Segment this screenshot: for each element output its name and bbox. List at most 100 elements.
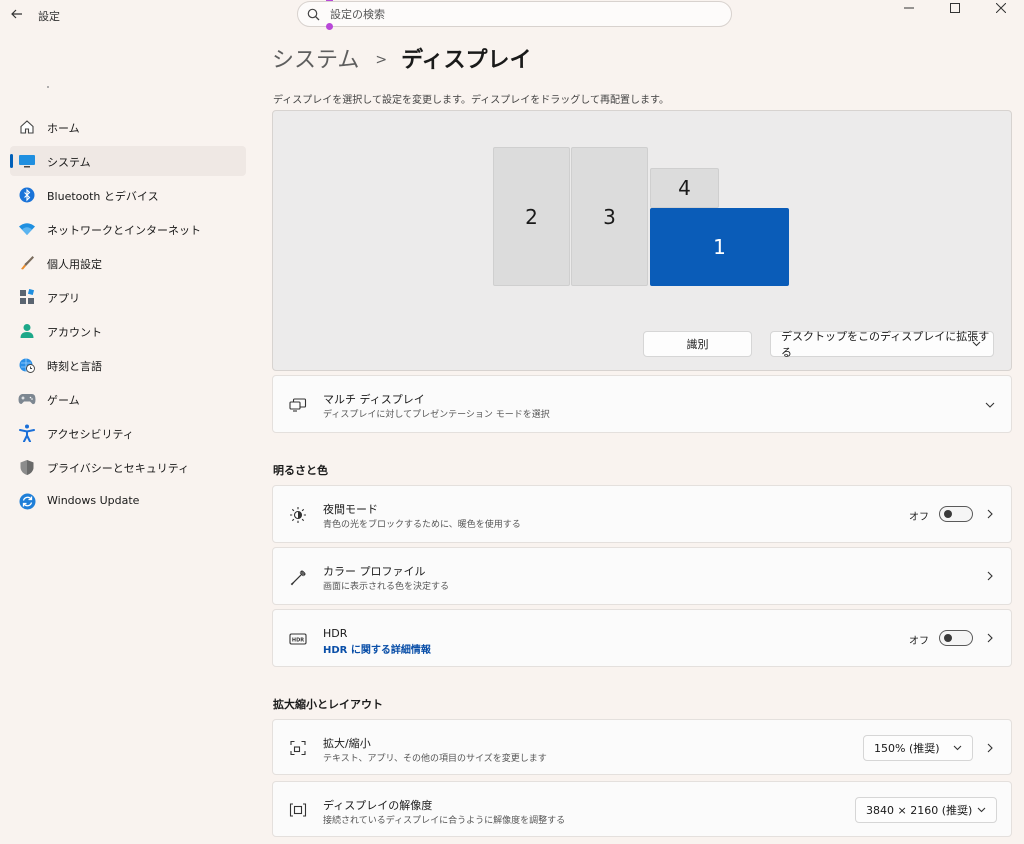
brightness-icon bbox=[289, 506, 307, 524]
sidebar-item-label: システム bbox=[47, 156, 91, 169]
bluetooth-icon bbox=[18, 186, 36, 204]
night-light-card[interactable]: 夜間モード 青色の光をブロックするために、暖色を使用する オフ bbox=[272, 485, 1012, 543]
sidebar-item-label: ゲーム bbox=[47, 394, 80, 407]
night-light-subtitle: 青色の光をブロックするために、暖色を使用する bbox=[323, 520, 521, 530]
resolution-value: 3840 × 2160 (推奨) bbox=[866, 804, 973, 817]
breadcrumb-parent[interactable]: システム bbox=[272, 42, 359, 74]
separator-dot bbox=[47, 86, 49, 88]
color-profile-title: カラー プロファイル bbox=[323, 565, 426, 578]
window-controls bbox=[886, 0, 1024, 16]
sidebar-item-label: 時刻と言語 bbox=[47, 360, 102, 373]
extend-display-select[interactable]: デスクトップをこのディスプレイに拡張する bbox=[770, 330, 994, 359]
gamepad-icon bbox=[18, 390, 36, 408]
sidebar-item-network[interactable]: ネットワークとインターネット bbox=[10, 214, 246, 244]
app-title: 設定 bbox=[38, 10, 60, 23]
resolution-subtitle: 接続されているディスプレイに合うように解像度を調整する bbox=[323, 816, 566, 826]
cursor-marker bbox=[326, 23, 333, 30]
resolution-icon bbox=[289, 801, 307, 819]
sidebar-item-label: Windows Update bbox=[47, 494, 140, 507]
section-heading-scale-layout: 拡大縮小とレイアウト bbox=[273, 698, 383, 711]
arrange-description: ディスプレイを選択して設定を変更します。ディスプレイをドラッグして再配置します。 bbox=[273, 95, 669, 106]
back-arrow-icon bbox=[11, 9, 22, 19]
brush-icon bbox=[18, 254, 36, 272]
minimize-icon bbox=[904, 7, 914, 9]
sidebar-item-label: アプリ bbox=[47, 292, 80, 305]
sidebar-item-label: アクセシビリティ bbox=[47, 428, 134, 441]
hdr-info-link[interactable]: HDR に関する詳細情報 bbox=[323, 641, 431, 656]
hdr-title: HDR bbox=[323, 627, 348, 640]
sidebar-item-label: ホーム bbox=[47, 122, 80, 135]
multi-display-subtitle: ディスプレイに対してプレゼンテーション モードを選択 bbox=[323, 410, 550, 420]
hdr-toggle[interactable] bbox=[939, 630, 973, 646]
apps-icon bbox=[18, 288, 36, 306]
sidebar-item-accessibility[interactable]: アクセシビリティ bbox=[10, 418, 246, 448]
hdr-state: オフ bbox=[909, 636, 929, 647]
scale-dropdown[interactable]: 150% (推奨) bbox=[863, 735, 973, 761]
display-arrangement-panel: 2 3 4 1 識別 デスクトップをこのディスプレイに拡張する bbox=[272, 110, 1012, 371]
page-title: ディスプレイ bbox=[401, 48, 532, 73]
breadcrumb: システム > ディスプレイ bbox=[272, 42, 532, 74]
home-icon bbox=[18, 118, 36, 136]
close-button[interactable] bbox=[978, 0, 1024, 16]
chevron-down-icon[interactable] bbox=[985, 400, 995, 410]
color-profile-subtitle: 画面に表示される色を決定する bbox=[323, 582, 450, 592]
minimize-button[interactable] bbox=[886, 0, 932, 16]
scale-card[interactable]: 拡大/縮小 テキスト、アプリ、その他の項目のサイズを変更します 150% (推奨… bbox=[272, 719, 1012, 775]
hdr-card[interactable]: HDR HDR HDR に関する詳細情報 オフ bbox=[272, 609, 1012, 667]
accessibility-icon bbox=[18, 424, 36, 442]
chevron-right-icon[interactable] bbox=[985, 743, 995, 753]
chevron-right-icon[interactable] bbox=[985, 633, 995, 643]
night-light-state: オフ bbox=[909, 512, 929, 523]
sidebar-item-label: Bluetooth とデバイス bbox=[47, 190, 159, 203]
eyedropper-icon bbox=[289, 568, 307, 586]
sidebar-item-label: 個人用設定 bbox=[47, 258, 102, 271]
night-light-toggle[interactable] bbox=[939, 506, 973, 522]
monitor-1-primary[interactable]: 1 bbox=[650, 208, 789, 286]
search-input[interactable] bbox=[330, 5, 720, 23]
breadcrumb-separator-icon: > bbox=[375, 52, 388, 68]
globe-clock-icon bbox=[18, 356, 36, 374]
maximize-button[interactable] bbox=[932, 0, 978, 16]
sidebar-item-system[interactable]: システム bbox=[10, 146, 246, 176]
scale-icon bbox=[289, 739, 307, 757]
close-icon bbox=[996, 3, 1006, 13]
multi-display-card[interactable]: マルチ ディスプレイ ディスプレイに対してプレゼンテーション モードを選択 bbox=[272, 375, 1012, 433]
color-profile-card[interactable]: カラー プロファイル 画面に表示される色を決定する bbox=[272, 547, 1012, 605]
chevron-right-icon[interactable] bbox=[985, 509, 995, 519]
search-box[interactable] bbox=[297, 1, 732, 27]
sidebar-item-time-language[interactable]: 時刻と言語 bbox=[10, 350, 246, 380]
monitor-3[interactable]: 3 bbox=[571, 147, 648, 286]
sidebar-item-personalization[interactable]: 個人用設定 bbox=[10, 248, 246, 278]
resolution-dropdown[interactable]: 3840 × 2160 (推奨) bbox=[855, 797, 997, 823]
account-icon bbox=[18, 322, 36, 340]
sidebar-item-bluetooth[interactable]: Bluetooth とデバイス bbox=[10, 180, 246, 210]
monitor-4[interactable]: 4 bbox=[650, 168, 719, 208]
sidebar-item-home[interactable]: ホーム bbox=[10, 112, 246, 142]
title-bar: 設定 bbox=[0, 0, 1024, 30]
resolution-card[interactable]: ディスプレイの解像度 接続されているディスプレイに合うように解像度を調整する 3… bbox=[272, 781, 1012, 837]
hdr-icon: HDR bbox=[289, 630, 307, 648]
monitor-2[interactable]: 2 bbox=[493, 147, 570, 286]
wifi-icon bbox=[18, 220, 36, 238]
sidebar: ホーム システム Bluetooth とデバイス ネットワークとインターネット … bbox=[0, 112, 250, 520]
chevron-down-icon bbox=[972, 341, 981, 347]
sidebar-item-label: アカウント bbox=[47, 326, 102, 339]
monitor-icon bbox=[18, 152, 36, 170]
chevron-right-icon[interactable] bbox=[985, 571, 995, 581]
sidebar-item-accounts[interactable]: アカウント bbox=[10, 316, 246, 346]
chevron-down-icon bbox=[977, 807, 986, 813]
chevron-down-icon bbox=[953, 745, 962, 751]
back-button[interactable] bbox=[6, 4, 28, 24]
sidebar-item-gaming[interactable]: ゲーム bbox=[10, 384, 246, 414]
sidebar-item-windows-update[interactable]: Windows Update bbox=[10, 486, 246, 516]
sidebar-item-apps[interactable]: アプリ bbox=[10, 282, 246, 312]
maximize-icon bbox=[950, 3, 960, 13]
night-light-title: 夜間モード bbox=[323, 503, 378, 516]
sidebar-item-label: プライバシーとセキュリティ bbox=[47, 462, 190, 475]
section-heading-brightness: 明るさと色 bbox=[273, 464, 328, 477]
resolution-title: ディスプレイの解像度 bbox=[323, 799, 433, 812]
scale-value: 150% (推奨) bbox=[874, 742, 940, 755]
sidebar-item-privacy[interactable]: プライバシーとセキュリティ bbox=[10, 452, 246, 482]
search-icon bbox=[307, 8, 320, 21]
identify-button[interactable]: 識別 bbox=[643, 331, 752, 357]
